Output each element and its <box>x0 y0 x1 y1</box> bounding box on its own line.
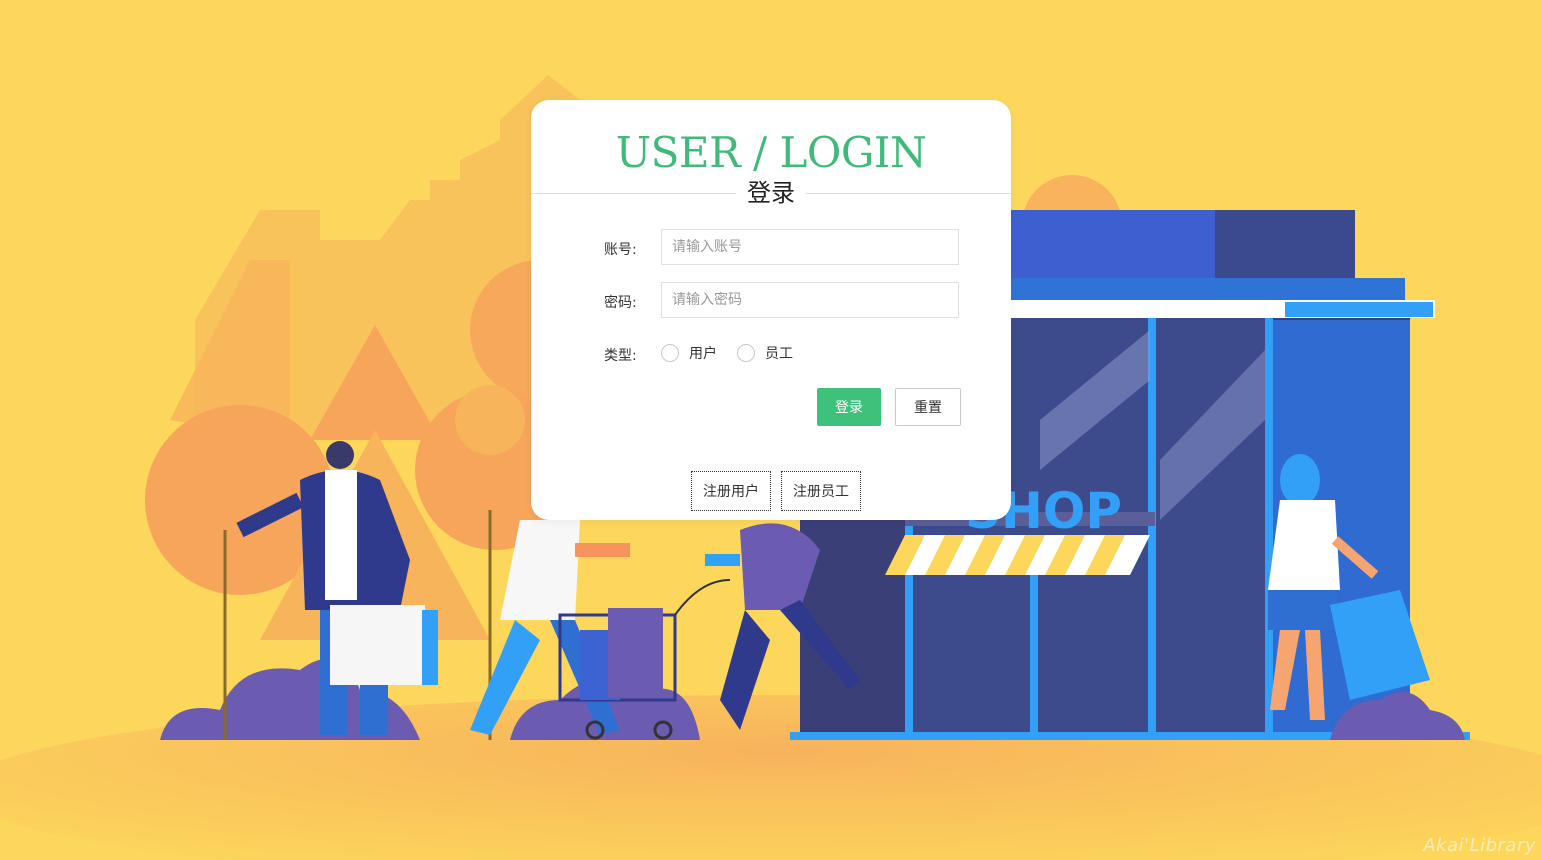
watermark-text: Akai'Library <box>1423 835 1536 856</box>
radio-staff-circle[interactable] <box>737 344 755 362</box>
reset-button[interactable]: 重置 <box>895 388 961 426</box>
login-subtitle: 登录 <box>736 178 806 208</box>
login-title: USER / LOGIN <box>615 128 927 177</box>
radio-staff-label[interactable]: 员工 <box>765 343 793 363</box>
radio-user[interactable]: 用户 <box>661 343 717 363</box>
radio-user-label[interactable]: 用户 <box>689 343 717 363</box>
type-label: 类型: <box>604 348 637 364</box>
account-label: 账号: <box>604 242 637 258</box>
login-card: USER / LOGIN 登录 账号: 密码: 类型: 用户 员工 登录 重置 … <box>531 100 1011 520</box>
radio-user-circle[interactable] <box>661 344 679 362</box>
login-button[interactable]: 登录 <box>817 388 881 426</box>
radio-staff[interactable]: 员工 <box>737 343 793 363</box>
password-input[interactable] <box>661 282 959 318</box>
register-user-button[interactable]: 注册用户 <box>691 471 771 511</box>
register-staff-button[interactable]: 注册员工 <box>781 471 861 511</box>
password-label: 密码: <box>604 295 637 311</box>
account-input[interactable] <box>661 229 959 265</box>
type-radio-group: 用户 员工 <box>661 343 813 363</box>
